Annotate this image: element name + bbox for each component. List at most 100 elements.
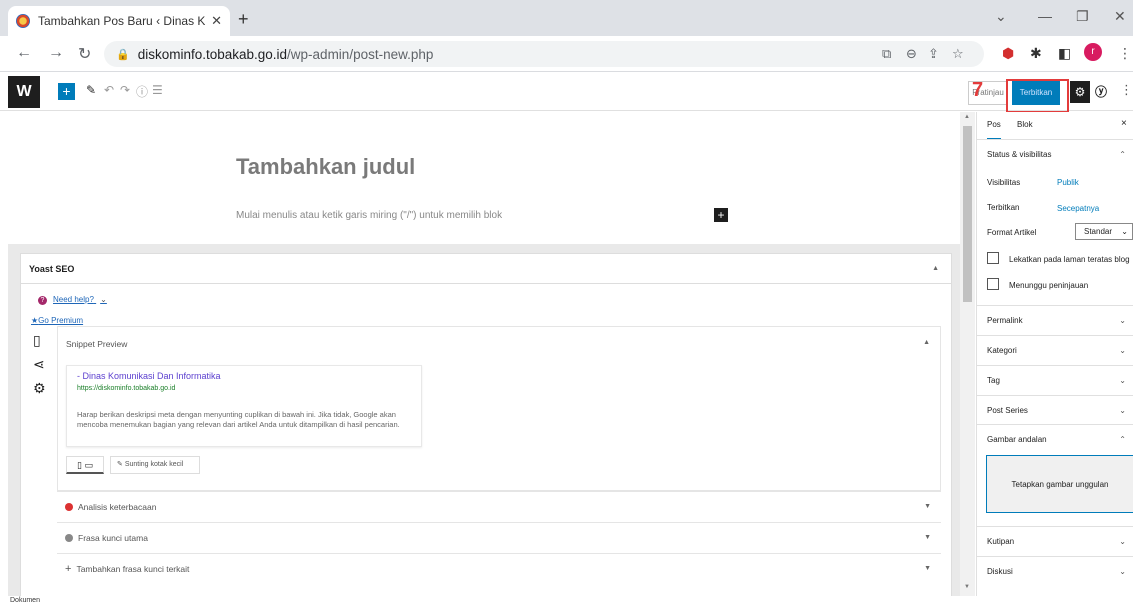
- tab-post[interactable]: Pos: [987, 120, 1001, 140]
- yoast-header-title: Yoast SEO: [29, 264, 75, 274]
- editor-footer: [0, 596, 1133, 605]
- go-premium-label: Go Premium: [38, 316, 84, 325]
- section-title: Permalink: [987, 316, 1023, 325]
- bookmark-star-icon[interactable]: ☆: [952, 46, 964, 62]
- chevron-down-icon: ⌄: [1119, 376, 1126, 385]
- collapse-up-icon[interactable]: ▲: [932, 254, 939, 284]
- set-featured-image-button[interactable]: Tetapkan gambar unggulan: [986, 455, 1133, 513]
- section-title: Status & visibilitas: [987, 150, 1052, 159]
- snippet-preview-box: Snippet Preview ▲ - Dinas Komunikasi Dan…: [57, 326, 941, 491]
- categories-section[interactable]: Kategori ⌄: [977, 335, 1133, 364]
- publish-date-link[interactable]: Secepatnya: [1057, 204, 1099, 213]
- lock-icon: 🔒: [116, 48, 130, 61]
- section-title: Tag: [987, 376, 1000, 385]
- share-icon[interactable]: ⇪: [928, 46, 939, 62]
- zoom-icon[interactable]: ⊖: [906, 46, 917, 62]
- device-toggle[interactable]: ▯ ▭: [66, 456, 104, 474]
- browser-tab[interactable]: Tambahkan Pos Baru ‹ Dinas Kom ✕: [8, 6, 230, 36]
- yoast-header[interactable]: Yoast SEO ▲: [21, 254, 951, 284]
- undo-icon[interactable]: ↶: [104, 83, 114, 97]
- gray-status-icon: [65, 534, 73, 542]
- post-body-placeholder[interactable]: Mulai menulis atau ketik garis miring ("…: [236, 210, 502, 221]
- sticky-checkbox[interactable]: [987, 252, 999, 264]
- readability-analysis-row[interactable]: Analisis keterbacaan ▼: [57, 491, 941, 521]
- serp-preview-card[interactable]: - Dinas Komunikasi Dan Informatika https…: [66, 365, 422, 447]
- redo-icon[interactable]: ↷: [120, 83, 130, 97]
- close-sidebar-icon[interactable]: ×: [1121, 118, 1127, 129]
- post-series-section[interactable]: Post Series ⌄: [977, 395, 1133, 424]
- post-format-select[interactable]: Standar ⌄: [1075, 223, 1133, 240]
- go-premium-link[interactable]: ★Go Premium: [31, 316, 83, 325]
- add-block-icon[interactable]: +: [714, 208, 728, 222]
- pencil-icon: ✎: [117, 461, 123, 468]
- restore-icon[interactable]: ❐: [1076, 8, 1089, 25]
- snippet-preview-title: Snippet Preview: [66, 339, 128, 349]
- tab-close-icon[interactable]: ✕: [211, 13, 222, 29]
- list-view-icon[interactable]: ☰: [152, 83, 163, 97]
- social-share-icon[interactable]: ⋖: [33, 356, 45, 373]
- edit-tool-icon[interactable]: ✎: [86, 83, 96, 97]
- tab-block[interactable]: Blok: [1017, 120, 1033, 129]
- yoast-seo-panel: Yoast SEO ▲ ? Need help? ⌄ ★Go Premium ▯ …: [20, 253, 952, 596]
- plus-icon: +: [65, 563, 72, 575]
- mobile-device-icon[interactable]: ▯: [33, 332, 41, 349]
- back-icon[interactable]: ←: [16, 44, 32, 62]
- reload-icon[interactable]: ↻: [78, 44, 91, 64]
- expand-down-icon: ▼: [924, 565, 931, 572]
- discussion-section[interactable]: Diskusi ⌄: [977, 556, 1133, 585]
- pending-review-checkbox[interactable]: [987, 278, 999, 290]
- forward-icon[interactable]: →: [48, 44, 64, 62]
- block-inserter-button[interactable]: +: [58, 83, 75, 100]
- visibility-label: Visibilitas: [987, 178, 1021, 187]
- side-panel-icon[interactable]: ◧: [1058, 45, 1071, 62]
- settings-gear-icon[interactable]: ⚙: [1070, 81, 1090, 103]
- publish-highlight-box: [1006, 79, 1069, 113]
- settings-cog-icon[interactable]: ⚙: [33, 380, 46, 397]
- permalink-section[interactable]: Permalink ⌄: [977, 305, 1133, 334]
- url-input[interactable]: 🔒 diskominfo.tobakab.go.id/wp-admin/post…: [104, 41, 984, 67]
- row-label: Tambahkan frasa kunci terkait: [76, 564, 190, 574]
- red-status-icon: [65, 503, 73, 511]
- editor-scrollbar[interactable]: ▲ ▼: [960, 112, 975, 596]
- details-info-icon[interactable]: ⓘ: [136, 83, 148, 100]
- status-visibility-section[interactable]: Status & visibilitas ⌃: [977, 139, 1133, 168]
- need-help-label: Need help?: [53, 295, 94, 304]
- expand-down-icon: ▼: [924, 534, 931, 541]
- row-label: Frasa kunci utama: [78, 533, 148, 543]
- scroll-down-icon[interactable]: ▼: [964, 584, 970, 590]
- related-keyphrase-row[interactable]: + Tambahkan frasa kunci terkait ▼: [57, 553, 941, 583]
- post-title-input[interactable]: Tambahkan judul: [236, 154, 415, 180]
- need-help-link[interactable]: ? Need help? ⌄: [38, 295, 107, 305]
- close-window-icon[interactable]: ✕: [1114, 8, 1126, 25]
- focus-keyphrase-row[interactable]: Frasa kunci utama ▼: [57, 522, 941, 552]
- scroll-up-icon[interactable]: ▲: [964, 114, 970, 120]
- extensions-puzzle-icon[interactable]: ✱: [1030, 45, 1042, 62]
- url-host: diskominfo.tobakab.go.id: [137, 46, 288, 62]
- tags-section[interactable]: Tag ⌄: [977, 365, 1133, 394]
- section-title: Post Series: [987, 406, 1028, 415]
- wordpress-logo-icon[interactable]: W: [8, 76, 40, 108]
- visibility-value-link[interactable]: Publik: [1057, 178, 1079, 187]
- new-tab-button[interactable]: +: [238, 9, 249, 30]
- edit-snippet-button[interactable]: ✎ Sunting kotak kecil: [110, 456, 200, 474]
- browser-menu-icon[interactable]: ⋮: [1118, 45, 1132, 62]
- featured-image-section[interactable]: Gambar andalan ⌃: [977, 424, 1133, 453]
- collapse-up-icon[interactable]: ▲: [923, 339, 930, 346]
- scrollbar-thumb[interactable]: [963, 126, 972, 302]
- tab-search-icon[interactable]: ⌄: [995, 8, 1007, 25]
- breadcrumb[interactable]: Dokumen: [10, 597, 40, 604]
- serp-url: https://diskominfo.tobakab.go.id: [77, 385, 176, 392]
- yoast-icon[interactable]: ⓨ: [1095, 83, 1107, 100]
- ublock-extension-icon[interactable]: ⬢: [1002, 45, 1014, 62]
- section-title: Kutipan: [987, 537, 1015, 546]
- profile-avatar[interactable]: r: [1084, 43, 1102, 61]
- minimize-icon[interactable]: —: [1038, 8, 1052, 24]
- publish-date-label: Terbitkan: [987, 203, 1020, 212]
- excerpt-section[interactable]: Kutipan ⌄: [977, 526, 1133, 555]
- translate-icon[interactable]: ⧉: [882, 46, 891, 62]
- chevron-up-icon: ⌃: [1119, 150, 1126, 159]
- post-format-label: Format Artikel: [987, 228, 1037, 237]
- pending-review-label: Menunggu peninjauan: [1009, 281, 1089, 290]
- serp-title: - Dinas Komunikasi Dan Informatika: [77, 371, 221, 381]
- more-options-icon[interactable]: ⋮: [1120, 82, 1133, 98]
